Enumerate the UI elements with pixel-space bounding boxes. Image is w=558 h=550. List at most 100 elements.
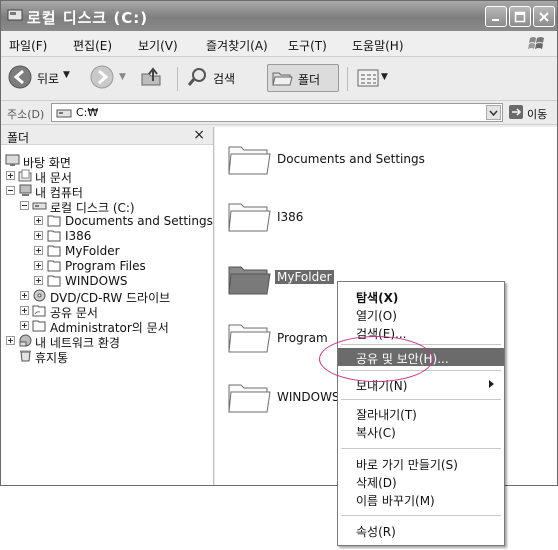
expand-plus-icon[interactable] — [34, 261, 43, 270]
back-button[interactable]: 뒤로 ▼ — [5, 63, 75, 93]
folder-windows[interactable] — [227, 379, 271, 415]
collapse-minus-icon[interactable] — [6, 186, 15, 195]
expand-plus-icon[interactable] — [20, 306, 29, 315]
up-folder-button[interactable] — [137, 63, 163, 93]
arrow-right-icon — [512, 108, 522, 116]
submenu-arrow-icon — [489, 380, 494, 388]
search-label: 검색 — [213, 72, 236, 86]
folder-label[interactable]: I386 — [277, 210, 303, 224]
folder-myfolder[interactable] — [227, 261, 271, 297]
folder-label[interactable]: WINDOWS — [277, 390, 340, 404]
menu-item-label: 잘라내기(T) — [356, 408, 417, 422]
documents-folder-icon — [18, 169, 32, 182]
folder-icon — [228, 324, 271, 353]
recycle-bin-icon — [20, 350, 31, 362]
folders-button[interactable]: 폴더 — [267, 64, 339, 92]
folder-tree-pane: 폴더 × 바탕 화면 내 문서 내 컴퓨터 로컬 디스크 (C:) Docume… — [1, 127, 214, 485]
menu-favorites[interactable]: 즐겨찾기(A) — [206, 37, 268, 54]
folder-i386[interactable] — [227, 198, 271, 234]
forward-button[interactable]: ▼ — [87, 63, 127, 93]
menu-item-delete[interactable]: 삭제(D) — [338, 472, 504, 490]
tree-item-windows[interactable]: WINDOWS — [1, 274, 213, 289]
tree-item-shared-documents[interactable]: 공유 문서 — [1, 304, 213, 320]
folder-icon — [47, 275, 61, 287]
expand-plus-icon[interactable] — [34, 216, 43, 225]
menu-item-rename[interactable]: 이름 바꾸기(M) — [338, 490, 504, 508]
expand-plus-icon[interactable] — [6, 336, 15, 345]
folder-documents-and-settings[interactable] — [227, 141, 271, 177]
expand-plus-icon[interactable] — [34, 246, 43, 255]
window-title: 로컬 디스크 (C:) — [27, 9, 149, 27]
drive-icon — [32, 202, 47, 210]
menu-item-label: 바로 가기 만들기(S) — [356, 458, 458, 472]
folder-program-files[interactable] — [227, 319, 271, 355]
forward-arrow-icon — [90, 65, 114, 89]
menu-tools[interactable]: 도구(T) — [288, 37, 327, 54]
tree-item-administrator-documents[interactable]: Administrator의 문서 — [1, 319, 213, 335]
expand-plus-icon[interactable] — [34, 276, 43, 285]
address-dropdown-button[interactable] — [486, 105, 501, 120]
annotation-circle — [319, 336, 433, 382]
back-dropdown-icon[interactable]: ▼ — [63, 70, 70, 80]
expand-plus-icon[interactable] — [20, 291, 29, 300]
views-dropdown-icon[interactable]: ▼ — [381, 72, 388, 82]
drive-icon — [56, 109, 72, 118]
menu-item-label: 탐색(X) — [356, 291, 399, 305]
expand-plus-icon[interactable] — [34, 231, 43, 240]
menu-item-label: 복사(C) — [356, 426, 396, 440]
title-bar[interactable]: 로컬 디스크 (C:) — [1, 1, 557, 31]
address-field[interactable]: C:₩ — [51, 103, 503, 122]
menu-item-cut[interactable]: 잘라내기(T) — [338, 404, 504, 422]
go-button[interactable] — [509, 105, 523, 119]
maximize-button[interactable] — [509, 6, 531, 27]
expand-plus-icon[interactable] — [6, 171, 15, 180]
folder-icon — [228, 384, 271, 413]
menu-item-open[interactable]: 열기(O) — [338, 305, 504, 323]
tree-item-i386[interactable]: I386 — [1, 229, 213, 244]
folder-selected-icon — [228, 266, 271, 295]
folder-label[interactable]: Documents and Settings — [277, 152, 425, 166]
collapse-minus-icon[interactable] — [20, 201, 29, 210]
close-icon[interactable]: × — [193, 127, 205, 143]
search-button[interactable]: 검색 — [185, 63, 257, 93]
tree-item-dvd-cd-rw-drive[interactable]: DVD/CD-RW 드라이브 — [1, 289, 213, 305]
tree-item-documents-and-settings[interactable]: Documents and Settings — [1, 214, 213, 229]
tree-item-program-files[interactable]: Program Files — [1, 259, 213, 274]
address-value: C:₩ — [76, 106, 99, 119]
tree-item-my-documents[interactable]: 내 문서 — [1, 169, 211, 185]
search-icon — [187, 68, 206, 86]
folder-icon — [228, 203, 271, 232]
tree-item-myfolder[interactable]: MyFolder — [1, 244, 213, 259]
go-label[interactable]: 이동 — [527, 106, 547, 122]
tree-label: Program Files — [65, 259, 146, 273]
menu-separator — [341, 448, 501, 449]
menu-edit[interactable]: 편집(E) — [73, 37, 112, 54]
tree-item-my-computer[interactable]: 내 컴퓨터 — [1, 184, 211, 200]
close-button[interactable] — [533, 6, 555, 27]
tree-item-local-disk-c[interactable]: 로컬 디스크 (C:) — [1, 199, 213, 215]
context-menu: 탐색(X) 열기(O) 검색(E)... 공유 및 보안(H)... 보내기(N… — [337, 281, 505, 546]
menu-item-label: 이름 바꾸기(M) — [356, 494, 435, 508]
minimize-button[interactable] — [485, 6, 507, 27]
tree-item-desktop[interactable]: 바탕 화면 — [1, 154, 211, 170]
tree-label: WINDOWS — [65, 274, 128, 288]
toolbar-separator — [177, 67, 178, 91]
expand-plus-icon[interactable] — [20, 321, 29, 330]
menu-item-properties[interactable]: 속성(R) — [338, 521, 504, 539]
menu-help[interactable]: 도움말(H) — [352, 37, 404, 54]
menu-item-copy[interactable]: 복사(C) — [338, 422, 504, 440]
folder-icon — [47, 260, 61, 272]
menu-file[interactable]: 파일(F) — [9, 37, 47, 54]
menu-item-explore[interactable]: 탐색(X) — [338, 287, 504, 305]
menu-item-create-shortcut[interactable]: 바로 가기 만들기(S) — [338, 454, 504, 472]
tree-item-network-places[interactable]: 내 네트워크 환경 — [1, 334, 213, 350]
menu-view[interactable]: 보기(V) — [138, 37, 178, 54]
network-icon — [19, 334, 32, 347]
folder-label[interactable]: Program — [277, 331, 328, 345]
views-button[interactable]: ▼ — [355, 63, 393, 93]
folder-label-selected[interactable]: MyFolder — [275, 270, 334, 284]
tree-item-recycle-bin[interactable]: 휴지통 — [1, 349, 213, 365]
toolbar: 뒤로 ▼ ▼ 검색 폴더 ▼ — [1, 57, 557, 101]
toolbar-separator — [347, 67, 348, 91]
forward-dropdown-icon[interactable]: ▼ — [119, 72, 126, 82]
